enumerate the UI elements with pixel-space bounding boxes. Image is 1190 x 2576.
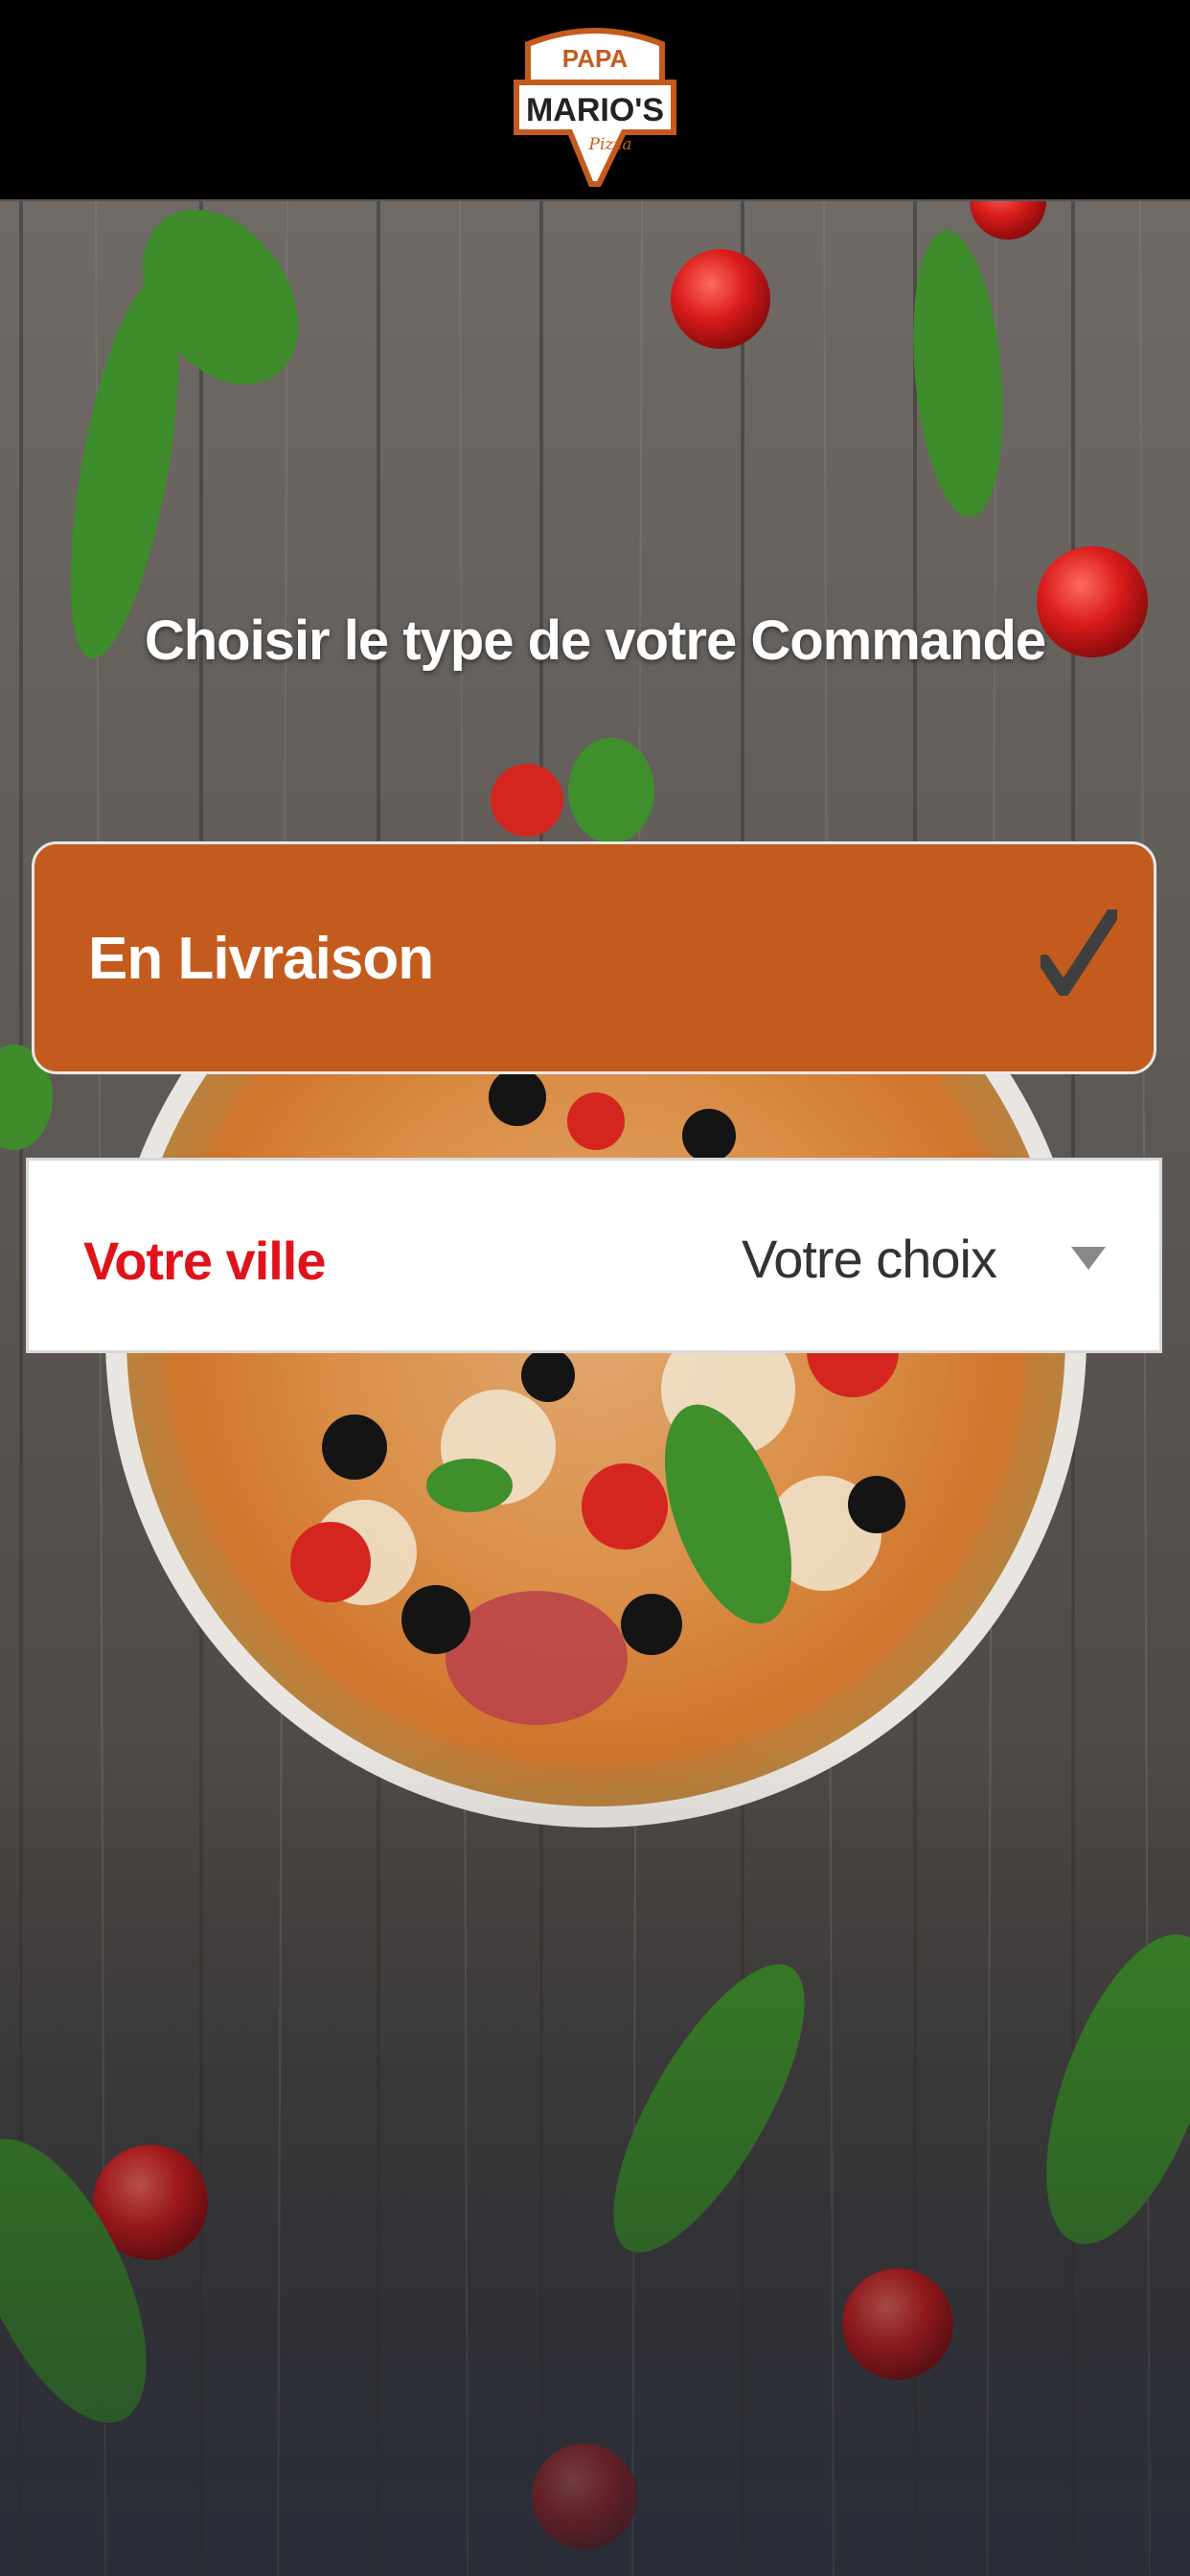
svg-text:MARIO'S: MARIO'S [526, 92, 664, 128]
order-type-label: En Livraison [88, 926, 434, 992]
app-header: PAPA MARIO'S Pizza [0, 0, 1190, 201]
city-selector-row: Votre ville Votre choix [26, 1158, 1162, 1353]
page-title: Choisir le type de votre Commande [144, 610, 1046, 672]
svg-text:PAPA: PAPA [562, 44, 629, 73]
check-icon [1041, 909, 1117, 996]
papa-marios-logo: PAPA MARIO'S Pizza [514, 28, 676, 187]
pizza-background-image [0, 201, 1190, 2576]
city-selected-value: Votre choix [741, 1229, 997, 1289]
dropdown-arrow-icon [1071, 1247, 1106, 1270]
order-type-delivery-option[interactable]: En Livraison [32, 841, 1156, 1074]
svg-text:Pizza: Pizza [588, 135, 632, 154]
city-dropdown[interactable]: Votre choix [661, 1161, 1159, 1350]
city-label: Votre ville [83, 1230, 327, 1291]
